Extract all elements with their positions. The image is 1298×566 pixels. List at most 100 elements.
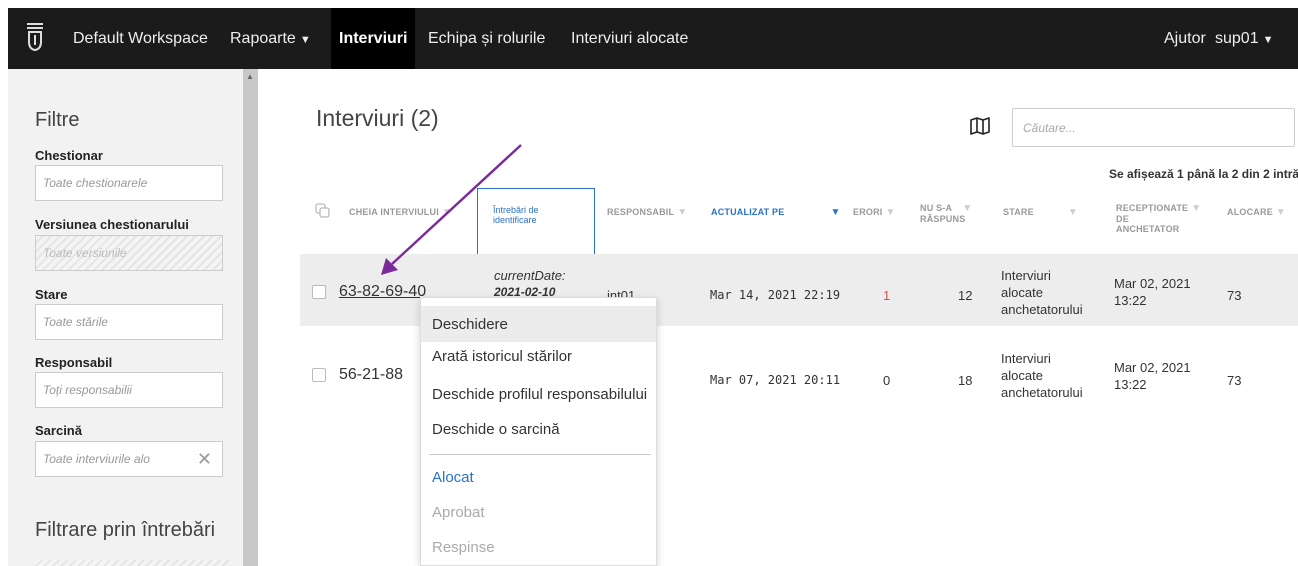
- col-ident-line1: Întrebări de: [493, 205, 539, 215]
- sort-icon: ▼: [962, 203, 973, 214]
- status-cell: Interviuri alocate anchetatorului: [1001, 267, 1083, 318]
- questionnaire-placeholder: Toate chestionarele: [43, 176, 148, 190]
- row-checkbox[interactable]: [312, 368, 326, 382]
- task-select[interactable]: Toate interviurile alo ✕: [35, 441, 223, 477]
- col-status-label: STARE: [1003, 207, 1034, 217]
- col-header-responsible[interactable]: RESPONSABIL ▼: [607, 207, 687, 218]
- filters-sidebar: Filtre Chestionar Toate chestionarele Ve…: [8, 69, 258, 566]
- menu-item-approved: Aprobat: [432, 504, 485, 521]
- user-name: sup01: [1215, 30, 1259, 47]
- updated-cell: Mar 07, 2021 20:11: [710, 373, 841, 387]
- interview-key-link[interactable]: 56-21-88: [339, 366, 403, 384]
- status-line1: Interviuri: [1001, 268, 1051, 283]
- nav-assigned-interviews[interactable]: Interviuri alocate: [571, 8, 688, 69]
- select-all-icon[interactable]: [315, 203, 331, 219]
- unanswered-cell: 18: [958, 373, 973, 388]
- status-label: Stare: [35, 287, 68, 302]
- unanswered-cell: 12: [958, 288, 973, 303]
- assignment-cell[interactable]: 73: [1227, 288, 1241, 303]
- col-ident-line2: identificare: [493, 215, 537, 225]
- chevron-down-icon: ▼: [299, 34, 311, 46]
- version-placeholder: Toate versiunile: [43, 246, 127, 260]
- menu-item-assigned[interactable]: Alocat: [432, 469, 474, 486]
- task-value: Toate interviurile alo: [43, 452, 150, 466]
- scroll-up-icon[interactable]: ▲: [246, 72, 254, 81]
- assignment-cell[interactable]: 73: [1227, 373, 1241, 388]
- status-cell: Interviuri alocate anchetatorului: [1001, 350, 1083, 401]
- errors-cell: 1: [883, 288, 891, 303]
- col-errors-label: ERORI: [853, 207, 883, 217]
- col-header-key[interactable]: CHEIA INTERVIULUI ▼: [349, 207, 452, 218]
- status-line2: alocate: [1001, 368, 1043, 383]
- status-line2: alocate: [1001, 285, 1043, 300]
- page-title: Interviuri (2): [316, 105, 439, 131]
- col-responsible-label: RESPONSABIL: [607, 207, 675, 217]
- updated-cell: Mar 14, 2021 22:19: [710, 288, 841, 302]
- nav-help[interactable]: Ajutor: [1164, 8, 1206, 69]
- questionnaire-select[interactable]: Toate chestionarele: [35, 165, 223, 201]
- sort-icon: ▼: [1191, 203, 1202, 214]
- responsible-label: Responsabil: [35, 355, 113, 370]
- menu-item-open[interactable]: Deschidere: [421, 306, 656, 342]
- col-received-line3: ANCHETATOR: [1116, 224, 1180, 234]
- col-unanswered-line1: NU S-A: [920, 203, 953, 213]
- logo-icon[interactable]: [26, 22, 44, 52]
- responsible-placeholder: Toți responsabilii: [43, 383, 132, 397]
- menu-item-responsible-profile[interactable]: Deschide profilul responsabilului: [432, 386, 647, 403]
- menu-item-open-task[interactable]: Deschide o sarcină: [432, 421, 560, 438]
- col-header-assignment[interactable]: ALOCARE ▼: [1227, 207, 1286, 218]
- nav-workspace[interactable]: Default Workspace: [73, 8, 208, 69]
- sort-icon: ▼: [885, 207, 896, 218]
- nav-reports[interactable]: Rapoarte ▼: [230, 8, 311, 69]
- sort-icon: ▼: [1067, 207, 1078, 218]
- close-icon[interactable]: ✕: [197, 449, 212, 470]
- row-checkbox[interactable]: [312, 285, 326, 299]
- menu-item-rejected: Respinse: [432, 539, 495, 556]
- status-select[interactable]: Toate stările: [35, 304, 223, 340]
- col-unanswered-line2: RĂSPUNS: [920, 214, 966, 224]
- questionnaire-label: Chestionar: [35, 148, 103, 163]
- version-select: Toate versiunile: [35, 235, 223, 271]
- col-received-line2: DE: [1116, 214, 1129, 224]
- errors-cell: 0: [883, 373, 891, 388]
- nav-team[interactable]: Echipa și rolurile: [428, 8, 545, 69]
- nav-reports-label: Rapoarte: [230, 30, 296, 47]
- received-line2: 13:22: [1114, 377, 1147, 392]
- sidebar-scrollbar[interactable]: ▲: [243, 69, 258, 566]
- sort-icon: ▼: [1275, 207, 1287, 218]
- interview-key-link[interactable]: 63-82-69-40: [339, 283, 426, 301]
- menu-divider: [429, 454, 651, 455]
- received-line2: 13:22: [1114, 293, 1147, 308]
- entries-info: Se afișează 1 până la 2 din 2 intrări: [1109, 167, 1298, 181]
- status-line3: anchetatorului: [1001, 302, 1083, 317]
- sort-icon: ▼: [441, 207, 453, 218]
- question-filter-input: [35, 560, 231, 566]
- context-menu: Deschidere Arată istoricul stărilor Desc…: [420, 297, 657, 566]
- question-filter-title: Filtrare prin întrebări: [35, 519, 216, 541]
- nav-user-menu[interactable]: sup01 ▼: [1215, 8, 1273, 69]
- status-line3: anchetatorului: [1001, 385, 1083, 400]
- sort-icon: ▼: [677, 207, 688, 218]
- col-header-errors[interactable]: ERORI ▼: [853, 207, 896, 218]
- col-header-unanswered[interactable]: NU S-A ▼ RĂSPUNS: [920, 203, 972, 224]
- status-line1: Interviuri: [1001, 351, 1051, 366]
- chevron-down-icon: ▼: [1262, 34, 1274, 46]
- col-header-received[interactable]: RECEPȚIONATE ▼ DE ANCHETATOR: [1116, 203, 1201, 234]
- task-label: Sarcină: [35, 423, 82, 438]
- search-input[interactable]: Căutare...: [1012, 108, 1295, 147]
- col-header-updated[interactable]: ACTUALIZAT PE ▼: [711, 207, 841, 218]
- nav-interviews[interactable]: Interviuri: [331, 8, 416, 69]
- ident-label: currentDate:: [494, 268, 566, 283]
- col-header-status[interactable]: STARE ▼: [1003, 207, 1078, 218]
- top-navbar: Default Workspace Rapoarte ▼ Interviuri E…: [8, 8, 1298, 69]
- col-header-identifying[interactable]: Întrebări de identificare: [493, 205, 539, 225]
- filters-title: Filtre: [35, 109, 80, 131]
- search-placeholder: Căutare...: [1023, 121, 1076, 135]
- menu-item-status-history[interactable]: Arată istoricul stărilor: [432, 348, 572, 365]
- col-updated-label: ACTUALIZAT PE: [711, 207, 785, 217]
- map-icon[interactable]: [970, 117, 990, 135]
- responsible-select[interactable]: Toți responsabilii: [35, 372, 223, 408]
- col-key-label: CHEIA INTERVIULUI: [349, 207, 439, 217]
- status-placeholder: Toate stările: [43, 315, 108, 329]
- version-label: Versiunea chestionarului: [35, 217, 189, 232]
